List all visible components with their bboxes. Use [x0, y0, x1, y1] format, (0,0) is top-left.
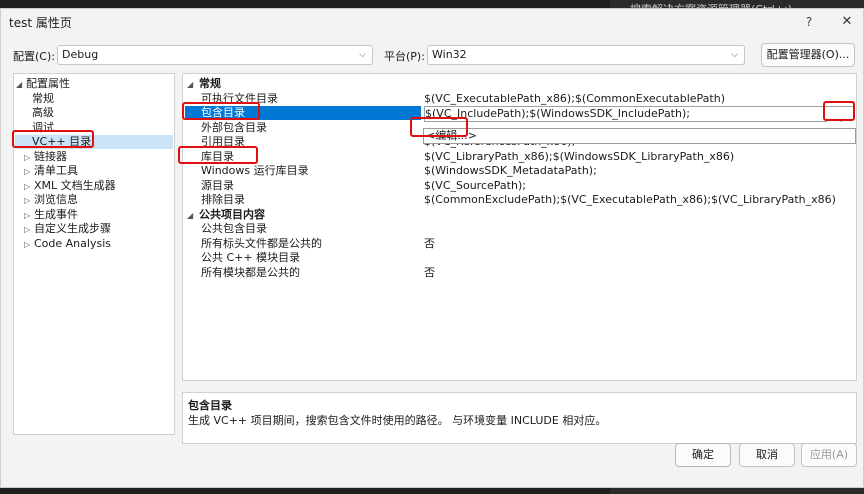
property-row-winrt-library-dirs[interactable]: Windows 运行库目录 $(WindowsSDK_MetadataPath)…	[183, 164, 856, 178]
collapsed-triangle-icon: ▷	[24, 225, 31, 234]
chevron-down-icon: ⌵	[731, 50, 738, 60]
tree-item-general[interactable]: 常规	[32, 92, 54, 106]
platform-select[interactable]: Win32 ⌵	[427, 45, 745, 65]
property-grid: ◢ 常规 可执行文件目录 $(VC_ExecutablePath_x86);$(C…	[182, 73, 857, 381]
platform-value: Win32	[432, 48, 467, 61]
property-row-all-headers-public[interactable]: 所有标头文件都是公共的 否	[183, 237, 856, 251]
expanded-triangle-icon: ◢	[187, 211, 194, 220]
expanded-triangle-icon: ◢	[16, 80, 23, 89]
config-manager-button[interactable]: 配置管理器(O)...	[761, 43, 855, 67]
title-bar: test 属性页 ? ✕	[1, 9, 863, 35]
config-label: 配置(C):	[13, 50, 55, 63]
property-row-library-dirs[interactable]: 库目录 $(VC_LibraryPath_x86);$(WindowsSDK_L…	[183, 150, 856, 164]
expanded-triangle-icon: ◢	[187, 80, 194, 89]
dropdown-option-edit[interactable]: <编辑...>	[426, 129, 477, 142]
close-button[interactable]: ✕	[837, 12, 857, 32]
chevron-down-icon: ⌵	[359, 50, 366, 60]
tree-item-browse-info[interactable]: ▷ 浏览信息	[24, 193, 78, 207]
category-public-project-content[interactable]: ◢ 公共项目内容	[187, 208, 265, 222]
property-row-public-cpp-module-dirs[interactable]: 公共 C++ 模块目录	[183, 251, 856, 265]
tree-item-debugging[interactable]: 调试	[32, 121, 54, 135]
platform-label: 平台(P):	[384, 50, 425, 63]
collapsed-triangle-icon: ▷	[24, 211, 31, 220]
chevron-down-icon: ⌵	[837, 115, 845, 125]
tree-item-advanced[interactable]: 高级	[32, 106, 54, 120]
tree-item-linker[interactable]: ▷ 链接器	[24, 150, 67, 164]
property-row-include-dirs[interactable]: 包含目录 $(VC_IncludePath);$(WindowsSDK_Incl…	[183, 106, 856, 122]
description-panel: 包含目录 生成 VC++ 项目期间，搜索包含文件时使用的路径。 与环境变量 IN…	[182, 392, 857, 444]
collapsed-triangle-icon: ▷	[24, 240, 31, 249]
property-row-exclude-dirs[interactable]: 排除目录 $(CommonExcludePath);$(VC_Executabl…	[183, 193, 856, 207]
description-text: 生成 VC++ 项目期间，搜索包含文件时使用的路径。 与环境变量 INCLUDE…	[188, 414, 607, 427]
tree-item-xml-doc-generator[interactable]: ▷ XML 文档生成器	[24, 179, 116, 193]
config-value: Debug	[62, 48, 99, 61]
cancel-button[interactable]: 取消	[739, 443, 795, 467]
tree-item-manifest-tool[interactable]: ▷ 清单工具	[24, 164, 78, 178]
apply-button[interactable]: 应用(A)	[801, 443, 857, 467]
property-row-all-modules-public[interactable]: 所有模块都是公共的 否	[183, 266, 856, 280]
tree-item-custom-build-step[interactable]: ▷ 自定义生成步骤	[24, 222, 111, 236]
tree-root-config-properties[interactable]: ◢ 配置属性	[16, 77, 70, 91]
help-button[interactable]: ?	[799, 12, 819, 32]
description-title: 包含目录	[188, 399, 232, 412]
property-tree: ◢ 配置属性 常规 高级 调试 VC++ 目录 ▷ 链接器 ▷ 清单工具 ▷ XML 文…	[13, 73, 175, 435]
property-pages-dialog: test 属性页 ? ✕ 配置(C): Debug ⌵ 平台(P): Win32…	[0, 8, 864, 488]
include-dirs-dropdown-button[interactable]: ⌵	[827, 112, 855, 128]
collapsed-triangle-icon: ▷	[24, 196, 31, 205]
property-row-public-include-dirs[interactable]: 公共包含目录	[183, 222, 856, 236]
config-select[interactable]: Debug ⌵	[57, 45, 373, 65]
tree-item-code-analysis[interactable]: ▷ Code Analysis	[24, 237, 111, 251]
ok-button[interactable]: 确定	[675, 443, 731, 467]
include-dirs-value-field[interactable]: $(VC_IncludePath);$(WindowsSDK_IncludePa…	[424, 106, 854, 122]
window-title: test 属性页	[9, 16, 72, 30]
collapsed-triangle-icon: ▷	[24, 153, 31, 162]
include-dirs-dropdown-list: <编辑...>	[423, 128, 856, 144]
property-row-executable-dirs[interactable]: 可执行文件目录 $(VC_ExecutablePath_x86);$(Commo…	[183, 92, 856, 106]
collapsed-triangle-icon: ▷	[24, 182, 31, 191]
property-row-source-dirs[interactable]: 源目录 $(VC_SourcePath);	[183, 179, 856, 193]
tree-item-vc-directories[interactable]: VC++ 目录	[15, 135, 173, 149]
collapsed-triangle-icon: ▷	[24, 167, 31, 176]
category-general[interactable]: ◢ 常规	[187, 77, 221, 91]
tree-item-build-events[interactable]: ▷ 生成事件	[24, 208, 78, 222]
